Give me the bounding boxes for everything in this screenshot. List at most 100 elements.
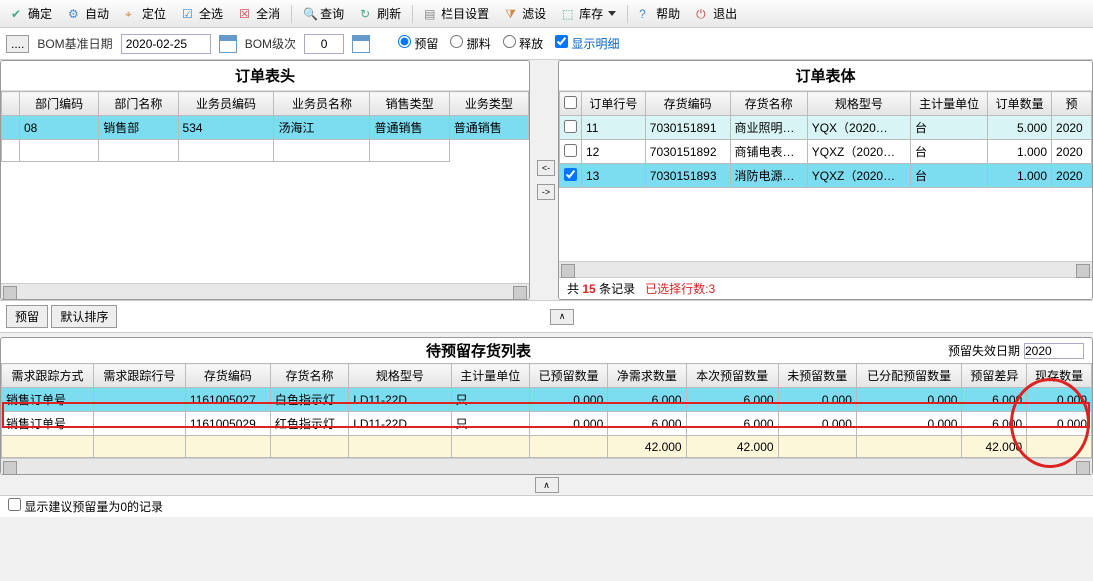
col-header[interactable]: 预 — [1052, 92, 1092, 116]
cell[interactable]: 2020 — [1052, 140, 1092, 164]
col-header[interactable]: 存货编码 — [645, 92, 730, 116]
cell[interactable]: 7030151892 — [645, 140, 730, 164]
table-row[interactable]: 127030151892商铺电表…YQXZ（2020…台1.0002020 — [560, 140, 1092, 164]
cell[interactable] — [2, 436, 94, 458]
locate-button[interactable]: ⌖定位 — [118, 2, 173, 25]
cell[interactable]: 销售订单号 — [2, 388, 94, 412]
cell[interactable]: YQXZ（2020… — [807, 164, 910, 188]
pending-reserve-grid[interactable]: 需求跟踪方式需求跟踪行号存货编码存货名称规格型号主计量单位已预留数量净需求数量本… — [1, 363, 1092, 458]
hscroll-right[interactable] — [559, 261, 1092, 277]
col-header[interactable]: 规格型号 — [349, 364, 451, 388]
cell[interactable]: 7030151893 — [645, 164, 730, 188]
col-header[interactable]: 业务类型 — [449, 92, 528, 116]
cell[interactable]: 6.000 — [608, 388, 686, 412]
table-row[interactable]: 销售订单号1161005027白色指示灯LD11-22D ．．．只0.0006.… — [2, 388, 1092, 412]
radio-material[interactable]: 挪料 — [450, 35, 490, 52]
col-header[interactable]: 净需求数量 — [608, 364, 686, 388]
cell[interactable]: 6.000 — [962, 388, 1027, 412]
col-header[interactable]: 部门名称 — [99, 92, 178, 116]
col-header[interactable]: 业务员名称 — [274, 92, 370, 116]
col-header[interactable]: 现存数量 — [1027, 364, 1092, 388]
cell[interactable]: 2020 — [1052, 116, 1092, 140]
cell[interactable]: 台 — [911, 116, 988, 140]
cell[interactable]: 1161005029 — [185, 412, 270, 436]
cell[interactable]: 5.000 — [988, 116, 1052, 140]
refresh-button[interactable]: ↻刷新 — [353, 2, 408, 25]
cell[interactable]: 0.000 — [778, 388, 856, 412]
col-header[interactable]: 部门编码 — [20, 92, 99, 116]
col-header[interactable]: 订单数量 — [988, 92, 1052, 116]
cell[interactable]: 商业照明… — [730, 116, 807, 140]
cell[interactable] — [856, 436, 962, 458]
col-header[interactable]: 本次预留数量 — [686, 364, 778, 388]
bom-date-input[interactable] — [121, 34, 211, 54]
cell[interactable]: 只 — [451, 412, 529, 436]
row-checkbox[interactable] — [564, 144, 577, 157]
collapse-left-button[interactable]: <- — [537, 160, 555, 176]
hscroll-bottom[interactable] — [1, 458, 1092, 474]
col-header[interactable]: 主计量单位 — [451, 364, 529, 388]
cell[interactable]: 0.000 — [856, 388, 962, 412]
col-header[interactable]: 已预留数量 — [529, 364, 607, 388]
table-row[interactable]: 销售订单号1161005029红色指示灯LD11-22D ．．．只0.0006.… — [2, 412, 1092, 436]
calc-icon[interactable] — [352, 35, 370, 53]
cell[interactable]: 11 — [582, 116, 646, 140]
cell[interactable]: 1.000 — [988, 140, 1052, 164]
cell[interactable] — [185, 436, 270, 458]
radio-release[interactable]: 释放 — [503, 35, 543, 52]
col-header[interactable]: 存货名称 — [270, 364, 348, 388]
cell[interactable]: 0.000 — [778, 412, 856, 436]
cell[interactable]: 534 — [178, 116, 274, 140]
table-row[interactable]: 137030151893消防电源…YQXZ（2020…台1.0002020 — [560, 164, 1092, 188]
colset-button[interactable]: ▤栏目设置 — [417, 2, 496, 25]
cell[interactable]: 12 — [582, 140, 646, 164]
hscroll-left[interactable] — [1, 283, 529, 299]
cell[interactable]: 2020 — [1052, 164, 1092, 188]
collapse-up-button[interactable]: ∧ — [550, 309, 574, 325]
col-header[interactable]: 已分配预留数量 — [856, 364, 962, 388]
cell[interactable] — [1027, 436, 1092, 458]
table-row[interactable]: 42.00042.00042.000 — [2, 436, 1092, 458]
check-detail[interactable]: 显示明细 — [555, 35, 619, 52]
cell[interactable]: 红色指示灯 — [270, 412, 348, 436]
cell[interactable]: YQX（2020… — [807, 116, 910, 140]
cell[interactable]: 商铺电表… — [730, 140, 807, 164]
cell[interactable]: 42.000 — [608, 436, 686, 458]
order-header-grid[interactable]: 部门编码部门名称业务员编码业务员名称销售类型业务类型 08销售部534汤海江普通… — [1, 91, 529, 283]
cell[interactable]: YQXZ（2020… — [807, 140, 910, 164]
cell[interactable]: LD11-22D ．．． — [349, 388, 451, 412]
exit-button[interactable]: ⏻退出 — [689, 2, 744, 25]
cell[interactable] — [93, 388, 185, 412]
col-header[interactable]: 存货名称 — [730, 92, 807, 116]
cell[interactable] — [778, 436, 856, 458]
expire-date-input[interactable] — [1024, 343, 1084, 359]
cell[interactable]: 0.000 — [529, 388, 607, 412]
cell[interactable] — [93, 436, 185, 458]
cell[interactable]: 08 — [20, 116, 99, 140]
collapse-up-button-2[interactable]: ∧ — [535, 477, 559, 493]
help-button[interactable]: ?帮助 — [632, 2, 687, 25]
stock-button[interactable]: ⬚库存 — [555, 2, 623, 25]
cell[interactable]: 0.000 — [529, 412, 607, 436]
default-sort-button[interactable]: 默认排序 — [51, 305, 117, 328]
cell[interactable]: 普通销售 — [449, 116, 528, 140]
collapse-right-button[interactable]: -> — [537, 184, 555, 200]
cell[interactable]: 6.000 — [962, 412, 1027, 436]
cell[interactable]: 普通销售 — [370, 116, 449, 140]
col-header[interactable]: 规格型号 — [807, 92, 910, 116]
cell[interactable]: 7030151891 — [645, 116, 730, 140]
show-zero-hint[interactable]: 显示建议预留量为0的记录 — [8, 500, 163, 514]
col-header[interactable]: 未预留数量 — [778, 364, 856, 388]
selectall-button[interactable]: ☑全选 — [175, 2, 230, 25]
cell[interactable] — [349, 436, 451, 458]
reserve-button[interactable]: 预留 — [6, 305, 48, 328]
cell[interactable]: 6.000 — [686, 412, 778, 436]
cell[interactable]: 白色指示灯 — [270, 388, 348, 412]
cell[interactable]: 13 — [582, 164, 646, 188]
col-header[interactable]: 订单行号 — [582, 92, 646, 116]
selectall-checkbox[interactable] — [564, 96, 577, 109]
col-header[interactable]: 需求跟踪行号 — [93, 364, 185, 388]
cell[interactable]: 只 — [451, 388, 529, 412]
row-checkbox[interactable] — [564, 120, 577, 133]
cell[interactable]: 1.000 — [988, 164, 1052, 188]
